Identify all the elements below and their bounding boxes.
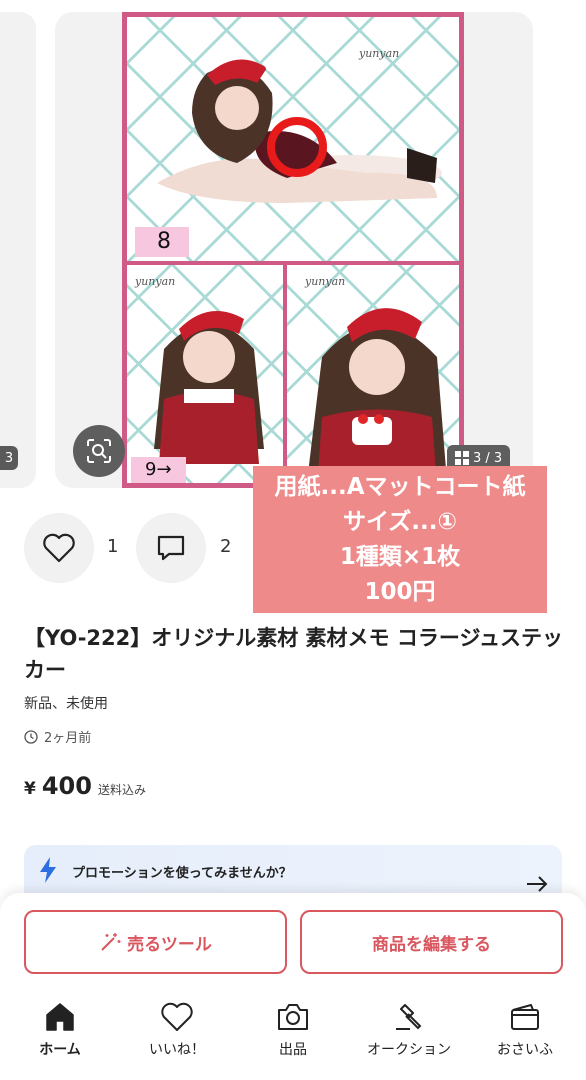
panel-number-9: 9→ xyxy=(131,457,186,483)
comment-count: 2 xyxy=(220,536,232,557)
nav-auction[interactable]: オークション xyxy=(359,999,459,1059)
shipping-included: 送料込み xyxy=(97,783,146,797)
image-search-icon xyxy=(87,439,111,463)
info-overlay: 用紙...Aマットコート紙 サイズ...① 1種類×1枚 100円 xyxy=(253,466,547,613)
watermark: yunyan xyxy=(135,275,176,288)
listed-time-text: 2ヶ月前 xyxy=(44,731,92,746)
price-value: 400 xyxy=(41,772,92,800)
girl-illustration-cake xyxy=(307,308,447,483)
highlight-circle xyxy=(267,117,327,177)
sticker-sheet-image: yunyan 8 yunyan 9→ yunyan xyxy=(122,12,464,488)
comment-icon xyxy=(157,535,185,561)
nav-home[interactable]: ホーム xyxy=(10,999,110,1059)
overlay-line-paper: 用紙...Aマットコート紙 xyxy=(274,474,526,500)
promotion-text: プロモーションを使ってみませんか？ xyxy=(72,866,292,881)
camera-icon xyxy=(278,1004,308,1030)
girl-illustration-sitting xyxy=(154,311,264,464)
grid-icon xyxy=(455,451,469,465)
listed-time: 2ヶ月前 xyxy=(24,727,91,746)
bottom-navigation: ホーム いいね！ 出品 オークション おさいふ xyxy=(0,993,586,1080)
nav-auction-label: オークション xyxy=(367,1042,451,1058)
nav-home-label: ホーム xyxy=(39,1042,81,1058)
price: ¥ 400 送料込み xyxy=(24,772,146,800)
nav-wallet-label: おさいふ xyxy=(497,1042,553,1058)
comment-button[interactable] xyxy=(136,513,206,583)
wallet-icon xyxy=(511,1004,539,1030)
image-search-button[interactable] xyxy=(73,425,125,477)
heart-icon xyxy=(161,1002,193,1031)
gavel-icon xyxy=(396,1004,422,1030)
sticker-panel-10: yunyan xyxy=(285,263,461,485)
overlay-line-price: 100円 xyxy=(364,579,436,605)
sticker-panel-8: yunyan 8 xyxy=(125,15,461,263)
heart-icon xyxy=(43,533,75,563)
product-condition: 新品、未使用 xyxy=(24,696,108,712)
overlay-line-quantity: 1種類×1枚 xyxy=(339,544,461,570)
arrow-right-icon xyxy=(527,876,548,892)
like-button[interactable] xyxy=(24,513,94,583)
like-count: 1 xyxy=(107,536,119,557)
product-image[interactable]: yunyan 8 yunyan 9→ yunyan 3 / 3 xyxy=(55,12,533,488)
nav-like-label: いいね！ xyxy=(149,1042,205,1058)
edit-item-label: 商品を編集する xyxy=(372,934,491,955)
sell-tool-label: 売るツール xyxy=(127,934,212,955)
nav-sell[interactable]: 出品 xyxy=(243,999,343,1059)
panel-number-8: 8 xyxy=(135,227,189,257)
product-title: 【YO-222】オリジナル素材 素材メモ コラージュステッカー xyxy=(24,626,563,682)
previous-image-card[interactable] xyxy=(0,12,36,488)
sell-tool-button[interactable]: 売るツール xyxy=(24,910,287,974)
clock-icon xyxy=(24,729,38,744)
page-counter-text: 3 / 3 xyxy=(473,450,503,466)
currency-symbol: ¥ xyxy=(24,779,36,799)
sticker-panel-9: yunyan 9→ xyxy=(125,263,285,485)
lightning-icon xyxy=(40,857,56,883)
magic-wand-icon xyxy=(101,933,121,951)
nav-sell-label: 出品 xyxy=(279,1042,307,1058)
home-icon xyxy=(46,1003,74,1031)
nav-like[interactable]: いいね！ xyxy=(127,999,227,1059)
previous-image-counter: 3 xyxy=(0,446,18,470)
edit-item-button[interactable]: 商品を編集する xyxy=(300,910,563,974)
overlay-line-size: サイズ...① xyxy=(343,509,457,535)
nav-wallet[interactable]: おさいふ xyxy=(475,999,575,1059)
